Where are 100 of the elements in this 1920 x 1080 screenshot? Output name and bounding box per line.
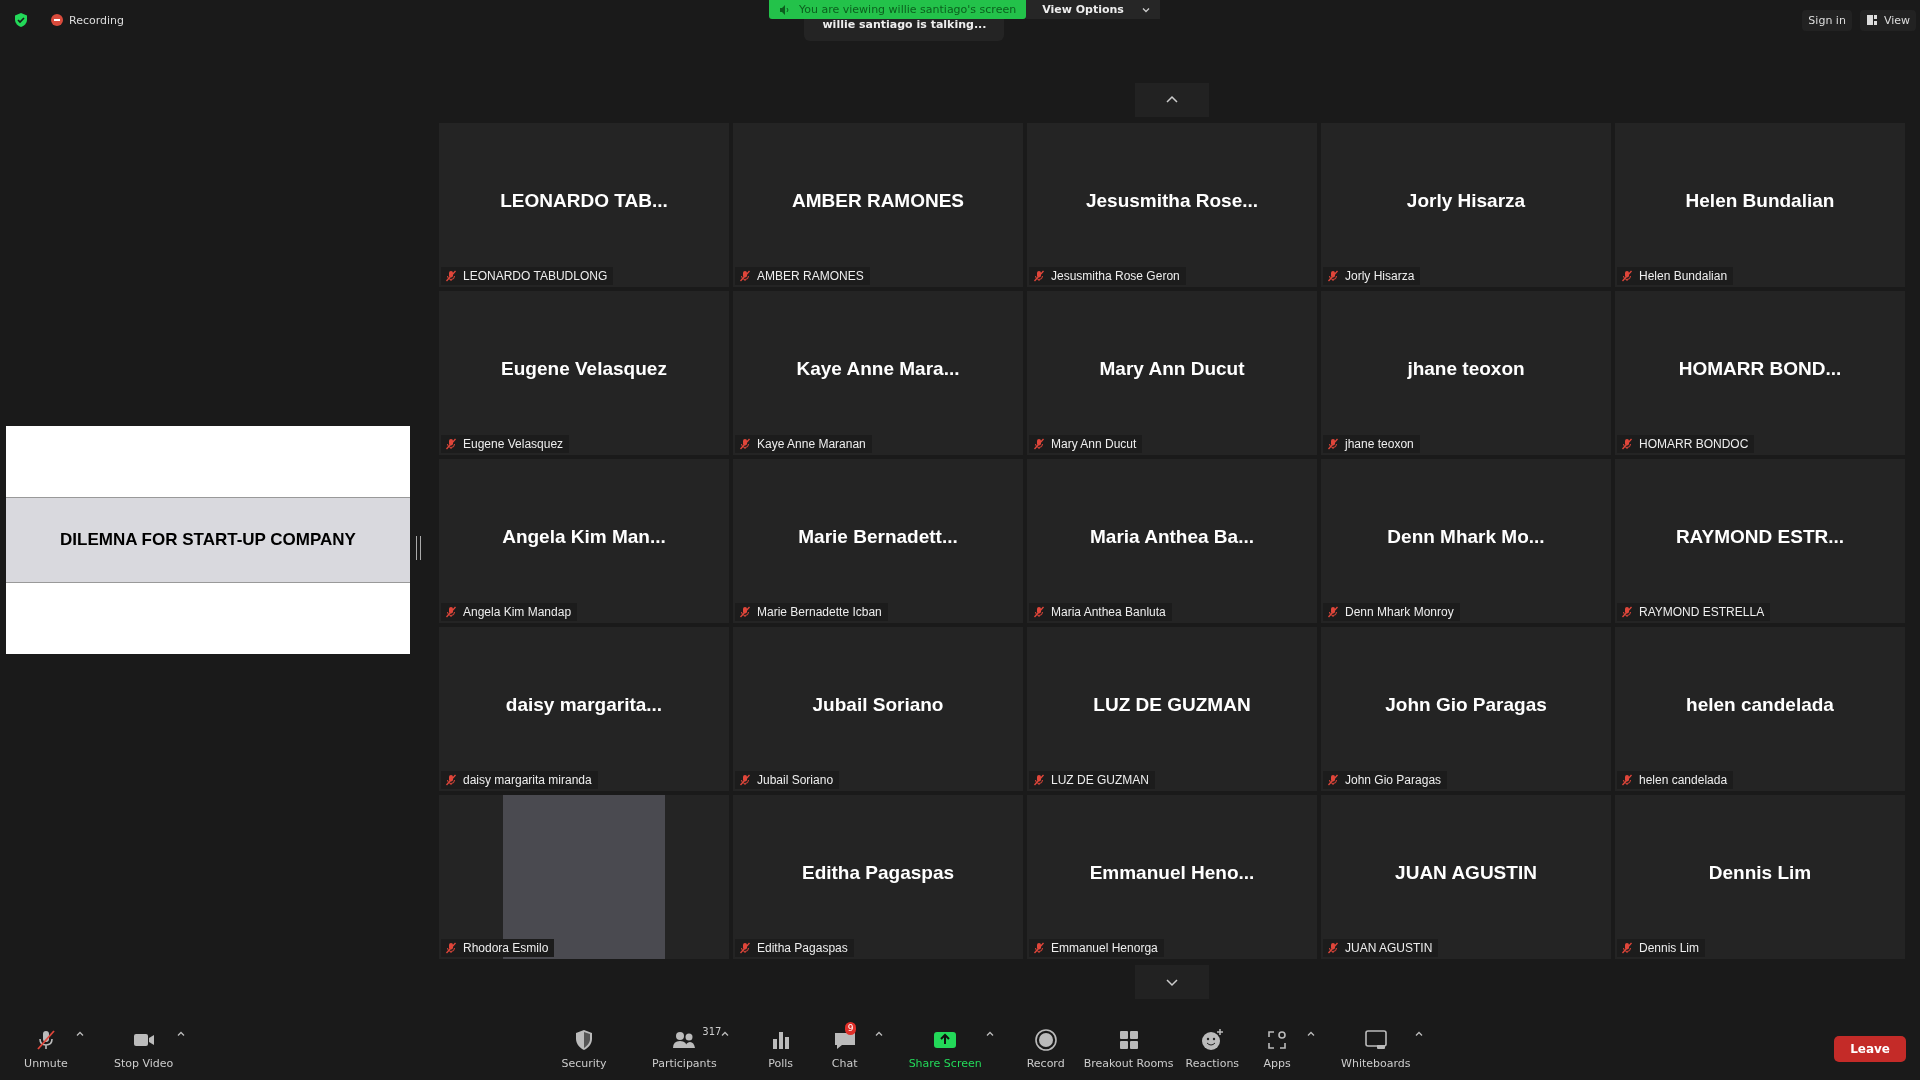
participant-display-name: RAYMOND ESTR...	[1675, 526, 1845, 548]
participant-name: Helen Bundalian	[1639, 269, 1728, 283]
participant-name: Emmanuel Henorga	[1051, 941, 1158, 955]
whiteboards-button[interactable]: Whiteboards	[1335, 1024, 1417, 1074]
participant-tile[interactable]: John Gio Paragas John Gio Paragas	[1321, 627, 1611, 791]
participant-name: Jubail Soriano	[757, 773, 834, 787]
participant-count: 317	[702, 1026, 722, 1037]
participant-tile[interactable]: Helen Bundalian Helen Bundalian	[1615, 123, 1905, 287]
recording-indicator[interactable]: Recording	[51, 13, 125, 27]
participant-tile[interactable]: daisy margarita... daisy margarita miranda	[439, 627, 729, 791]
caret-icon	[76, 1030, 84, 1038]
participant-name: HOMARR BONDOC	[1639, 437, 1749, 451]
participant-tile[interactable]: Marie Bernadett... Marie Bernadette Icban	[733, 459, 1023, 623]
security-button[interactable]: Security	[552, 1024, 616, 1074]
participant-display-name: Editha Pagaspas	[801, 862, 955, 884]
apps-button[interactable]: Apps	[1245, 1024, 1310, 1074]
participant-name: Angela Kim Mandap	[463, 605, 572, 619]
caret-icon	[1307, 1030, 1316, 1038]
participant-display-name: Kaye Anne Mara...	[796, 358, 960, 380]
participant-tile[interactable]: Mary Ann Ducut Mary Ann Ducut	[1027, 291, 1317, 455]
participant-tile[interactable]: Editha Pagaspas Editha Pagaspas	[733, 795, 1023, 959]
participant-tile[interactable]: HOMARR BOND... HOMARR BONDOC	[1615, 291, 1905, 455]
participant-tile[interactable]: Jubail Soriano Jubail Soriano	[733, 627, 1023, 791]
participant-name: Jorly Hisarza	[1345, 269, 1415, 283]
participant-name: RAYMOND ESTRELLA	[1639, 605, 1765, 619]
record-button[interactable]: Record	[1013, 1024, 1078, 1074]
shield-icon[interactable]	[13, 12, 29, 28]
participant-name: AMBER RAMONES	[757, 269, 864, 283]
participant-tile[interactable]: helen candelada helen candelada	[1615, 627, 1905, 791]
participant-display-name: Jorly Hisarza	[1406, 190, 1526, 212]
participant-display-name: AMBER RAMONES	[791, 190, 965, 212]
participant-name: LEONARDO TABUDLONG	[463, 269, 608, 283]
participant-display-name: jhane teoxon	[1407, 358, 1525, 380]
participant-display-name: Jubail Soriano	[812, 694, 944, 716]
participant-display-name: Denn Mhark Mo...	[1387, 526, 1545, 548]
record-icon	[1033, 1028, 1058, 1052]
caret-icon	[177, 1030, 186, 1038]
participant-display-name: LUZ DE GUZMAN	[1093, 694, 1251, 716]
speaker-icon	[779, 3, 791, 16]
participant-name: Rhodora Esmilo	[463, 941, 549, 955]
record-dot-icon	[51, 14, 63, 26]
participant-tile[interactable]: RAYMOND ESTR... RAYMOND ESTRELLA	[1615, 459, 1905, 623]
participant-tile[interactable]: Dennis Lim Dennis Lim	[1615, 795, 1905, 959]
smiley-plus-icon	[1200, 1028, 1225, 1052]
recording-label: Recording	[69, 13, 125, 27]
participant-tile[interactable]: Denn Mhark Mo... Denn Mhark Monroy	[1321, 459, 1611, 623]
participant-tile[interactable]: Rhodora Esmilo	[439, 795, 729, 959]
sign-in-button[interactable]: Sign in	[1802, 9, 1852, 31]
participant-display-name: Emmanuel Heno...	[1089, 862, 1255, 884]
participant-tile[interactable]: jhane teoxon jhane teoxon	[1321, 291, 1611, 455]
participant-tile[interactable]: Emmanuel Heno... Emmanuel Henorga	[1027, 795, 1317, 959]
participant-display-name: Angela Kim Man...	[502, 526, 666, 548]
participant-display-name: Mary Ann Ducut	[1099, 358, 1245, 380]
view-options-button[interactable]: View Options	[1026, 0, 1160, 19]
caret-icon	[720, 1030, 729, 1038]
breakout-button[interactable]: Breakout Rooms	[1077, 1024, 1180, 1074]
view-button[interactable]: View	[1859, 9, 1916, 31]
participant-tile[interactable]: Jorly Hisarza Jorly Hisarza	[1321, 123, 1611, 287]
participant-display-name: Maria Anthea Ba...	[1090, 526, 1254, 548]
participant-display-name: Jesusmitha Rose...	[1085, 190, 1259, 212]
participant-display-name: HOMARR BOND...	[1678, 358, 1842, 380]
chat-button[interactable]: 9 Chat	[812, 1024, 877, 1074]
chevron-down-icon	[1141, 5, 1150, 14]
resize-handle[interactable]	[416, 536, 421, 560]
leave-button[interactable]: Leave	[1834, 1036, 1906, 1062]
participant-display-name: helen candelada	[1686, 694, 1834, 716]
participant-name: helen candelada	[1639, 773, 1728, 787]
participant-name: Dennis Lim	[1639, 941, 1700, 955]
participant-name: LUZ DE GUZMAN	[1051, 773, 1149, 787]
participant-name: Denn Mhark Monroy	[1345, 605, 1454, 619]
participant-name: Eugene Velasquez	[463, 437, 564, 451]
participant-display-name: Helen Bundalian	[1685, 190, 1835, 212]
participant-display-name: JUAN AGUSTIN	[1395, 862, 1537, 884]
participant-tile[interactable]: LUZ DE GUZMAN LUZ DE GUZMAN	[1027, 627, 1317, 791]
participant-tile[interactable]: Kaye Anne Mara... Kaye Anne Maranan	[733, 291, 1023, 455]
participant-name: Jesusmitha Rose Geron	[1051, 269, 1180, 283]
participant-tile[interactable]: LEONARDO TAB... LEONARDO TABUDLONG	[439, 123, 729, 287]
participants-button[interactable]: 317 Participants	[646, 1024, 723, 1074]
participant-display-name: Marie Bernadett...	[798, 526, 958, 548]
banner-text: You are viewing willie santiago's screen	[799, 3, 1017, 16]
participant-display-name: Dennis Lim	[1708, 862, 1812, 884]
mic-button[interactable]: Unmute	[14, 1024, 78, 1074]
participant-name: Editha Pagaspas	[757, 941, 848, 955]
participant-tile[interactable]: Angela Kim Man... Angela Kim Mandap	[439, 459, 729, 623]
video-button[interactable]: Stop Video	[108, 1024, 180, 1074]
share-button[interactable]: Share Screen	[902, 1024, 988, 1074]
participant-display-name: LEONARDO TAB...	[500, 190, 668, 212]
participant-tile[interactable]: Eugene Velasquez Eugene Velasquez	[439, 291, 729, 455]
participant-name: jhane teoxon	[1345, 437, 1414, 451]
polls-button[interactable]: Polls	[748, 1024, 813, 1074]
participant-tile[interactable]: AMBER RAMONES AMBER RAMONES	[733, 123, 1023, 287]
talking-indicator: willie santiago is talking...	[804, 18, 1005, 41]
participant-tile[interactable]: Jesusmitha Rose... Jesusmitha Rose Geron	[1027, 123, 1317, 287]
participant-tile[interactable]: JUAN AGUSTIN JUAN AGUSTIN	[1321, 795, 1611, 959]
reactions-button[interactable]: Reactions	[1179, 1024, 1246, 1074]
participant-name: Kaye Anne Maranan	[757, 437, 866, 451]
participant-tile[interactable]: Maria Anthea Ba... Maria Anthea Banluta	[1027, 459, 1317, 623]
participant-name: Mary Ann Ducut	[1051, 437, 1137, 451]
whiteboard-icon	[1363, 1028, 1388, 1052]
caret-icon	[874, 1030, 883, 1038]
